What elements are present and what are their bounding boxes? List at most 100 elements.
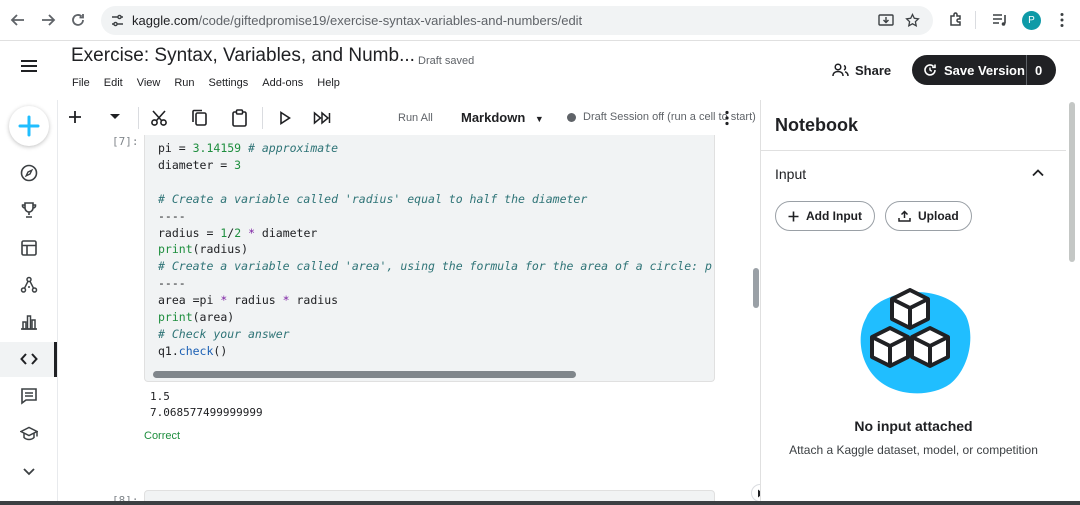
code-text: * [282, 293, 290, 308]
cell-type-select[interactable]: Markdown ▼ [461, 110, 544, 125]
notebook-scrollbar[interactable] [753, 268, 759, 308]
code-line: # Check your answer [158, 326, 290, 341]
status-dot [567, 112, 576, 122]
menu-settings[interactable]: Settings [209, 77, 249, 89]
code-line: print(radius) [158, 242, 249, 257]
plus-icon [18, 115, 40, 137]
table-icon[interactable] [20, 239, 38, 257]
url-host: kaggle.com [132, 13, 199, 28]
panel-title: Notebook [775, 115, 858, 135]
toolbar-divider [138, 107, 139, 129]
upload-button[interactable]: Upload [885, 201, 972, 231]
bookmark-star-icon[interactable] [905, 13, 920, 28]
kebab-menu-icon[interactable] [1053, 11, 1071, 29]
cut-icon[interactable] [150, 109, 168, 127]
code-text: * [248, 225, 255, 240]
run-all-label[interactable]: Run All [398, 112, 433, 124]
save-version-label: Save Version [944, 63, 1025, 78]
share-icon [832, 63, 849, 77]
menu-view[interactable]: View [137, 77, 161, 89]
trophy-icon[interactable] [20, 201, 38, 219]
code-text: 3.14159 [192, 141, 242, 155]
draft-status: Draft saved [418, 55, 475, 67]
code-text: * [220, 293, 228, 308]
chevron-down-icon: ▼ [534, 114, 544, 124]
code-editor[interactable]: pi = 3.14159 # approximate diameter = 3 #… [158, 140, 712, 360]
code-line: ---- [158, 276, 186, 291]
left-sidebar [0, 100, 58, 505]
create-button[interactable] [9, 106, 49, 146]
code-line: ---- [158, 208, 186, 223]
copy-icon[interactable] [191, 109, 208, 127]
panel-divider [761, 150, 1066, 151]
code-line: radius = 1/2 * diameter [158, 225, 318, 240]
code-text: print [158, 310, 193, 325]
add-cell-icon[interactable] [67, 109, 83, 125]
code-line: q1.check() [158, 343, 228, 358]
menu-add-ons[interactable]: Add-ons [262, 77, 303, 89]
check-result: Correct [144, 430, 181, 442]
run-icon[interactable] [279, 111, 291, 125]
compass-icon[interactable] [20, 164, 38, 182]
save-version-count[interactable]: 0 [1035, 63, 1042, 78]
url-text[interactable]: kaggle.com/code/giftedpromise19/exercise… [132, 13, 582, 28]
menu-file[interactable]: File [72, 77, 90, 89]
share-button[interactable]: Share [832, 61, 891, 79]
code-text: 2 [234, 225, 242, 240]
chevron-down-icon[interactable] [109, 113, 121, 121]
execution-count: [7]: [112, 135, 139, 148]
notebook-title[interactable]: Exercise: Syntax, Variables, and Numb... [71, 45, 415, 67]
chevron-up-icon[interactable] [1031, 166, 1045, 180]
code-text: 1 [220, 225, 228, 240]
profile-avatar[interactable]: P [1022, 11, 1041, 30]
reload-icon[interactable] [69, 11, 87, 29]
code-line: # Create a variable called 'area', using… [158, 259, 712, 274]
output-line: 1.5 [150, 390, 170, 403]
add-input-label: Add Input [806, 209, 862, 223]
cell-output: 1.5 7.068577499999999 [150, 389, 263, 420]
input-section-header[interactable]: Input [775, 166, 806, 182]
models-icon[interactable] [20, 276, 38, 294]
menu-edit[interactable]: Edit [104, 77, 123, 89]
school-icon[interactable] [20, 425, 38, 443]
site-settings-icon[interactable] [110, 13, 125, 28]
back-icon[interactable] [9, 11, 27, 29]
run-all-icon[interactable] [313, 111, 331, 125]
menu-run[interactable]: Run [174, 77, 194, 89]
paste-icon[interactable] [231, 109, 248, 127]
taskbar-edge [0, 501, 1080, 505]
menu-bar: File Edit View Run Settings Add-ons Help [72, 77, 354, 89]
share-label: Share [855, 62, 892, 78]
media-icon[interactable] [991, 11, 1009, 29]
code-text: print [158, 242, 193, 257]
cubes-icon [860, 288, 971, 394]
output-line: 7.068577499999999 [150, 405, 263, 419]
address-bar[interactable]: kaggle.com/code/giftedpromise19/exercise… [101, 6, 933, 35]
hamburger-icon[interactable] [20, 59, 38, 73]
comments-icon[interactable] [20, 387, 38, 405]
code-line: print(area) [158, 310, 235, 325]
browser-chrome: kaggle.com/code/giftedpromise19/exercise… [0, 0, 1080, 41]
notebook-toolbar: Run All Markdown ▼ Draft Session off (ru… [58, 100, 760, 135]
panel-scrollbar[interactable] [1069, 102, 1075, 262]
code-icon[interactable] [20, 350, 38, 368]
code-line: diameter = 3 [158, 157, 242, 172]
forward-icon[interactable] [39, 11, 57, 29]
chevron-down-icon[interactable] [20, 462, 38, 480]
code-cell[interactable]: pi = 3.14159 # approximate diameter = 3 #… [144, 135, 715, 382]
upload-label: Upload [918, 209, 959, 223]
menu-help[interactable]: Help [317, 77, 340, 89]
empty-state-subtitle: Attach a Kaggle dataset, model, or compe… [789, 443, 1038, 457]
save-version-button[interactable]: Save Version 0 [912, 55, 1056, 85]
toolbar-divider [262, 107, 263, 129]
cell-type-value: Markdown [461, 110, 526, 125]
extensions-icon[interactable] [947, 11, 965, 29]
code-line: # Create a variable called 'radius' equa… [158, 191, 588, 206]
cell-horizontal-scrollbar[interactable] [153, 371, 576, 378]
kebab-menu-icon[interactable] [724, 110, 730, 126]
save-version-icon [924, 64, 936, 76]
bar-chart-icon[interactable] [20, 313, 38, 331]
add-input-button[interactable]: Add Input [775, 201, 875, 231]
install-icon[interactable] [878, 13, 894, 28]
